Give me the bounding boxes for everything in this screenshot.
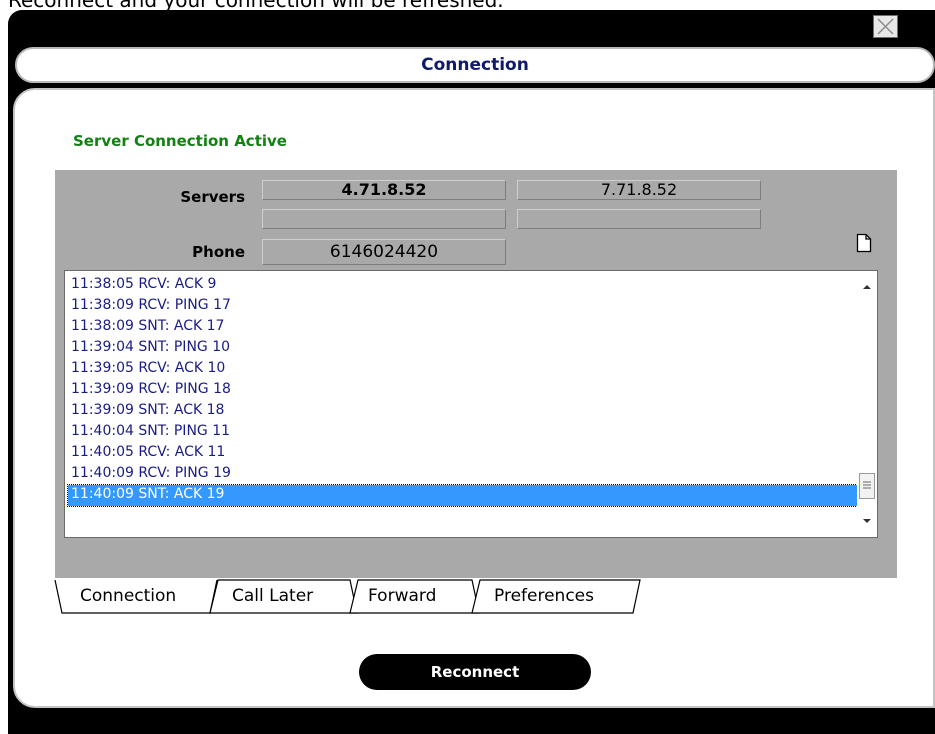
close-button[interactable] — [873, 15, 898, 38]
log-line[interactable]: 11:40:05 RCV: ACK 11 — [68, 443, 857, 464]
server-secondary-field[interactable]: 7.71.8.52 — [517, 180, 761, 200]
phone-field[interactable]: 6146024420 — [262, 239, 506, 265]
log-line[interactable]: 11:40:09 RCV: PING 19 — [68, 464, 857, 485]
tab-connection-label: Connection — [80, 586, 177, 606]
close-icon — [877, 18, 894, 35]
log-scrollbar[interactable] — [857, 271, 877, 537]
server-primary-field[interactable]: 4.71.8.52 — [262, 180, 506, 200]
connection-status: Server Connection Active — [73, 132, 287, 150]
server-extra-field-2[interactable] — [517, 209, 761, 229]
log-list[interactable]: 11:38:05 RCV: ACK 9 11:38:09 RCV: PING 17… — [67, 275, 858, 507]
log-line[interactable]: 11:39:05 RCV: ACK 10 — [68, 359, 857, 380]
server-extra-field-1[interactable] — [262, 209, 506, 229]
log-line[interactable]: 11:40:04 SNT: PING 11 — [68, 422, 857, 443]
dialog-title: Connection — [15, 47, 935, 83]
tab-forward[interactable]: Forward — [355, 580, 475, 616]
scroll-down-arrow-icon[interactable] — [861, 516, 873, 526]
log-line[interactable]: 11:39:04 SNT: PING 10 — [68, 338, 857, 359]
connection-log[interactable]: 11:38:05 RCV: ACK 9 11:38:09 RCV: PING 17… — [64, 270, 878, 538]
reconnect-button[interactable]: Reconnect — [359, 654, 591, 690]
tab-forward-label: Forward — [368, 586, 437, 606]
log-line[interactable]: 11:38:09 SNT: ACK 17 — [68, 317, 857, 338]
tab-preferences-label: Preferences — [494, 586, 594, 606]
tab-connection[interactable]: Connection — [60, 580, 210, 616]
log-line-selected[interactable]: 11:40:09 SNT: ACK 19 — [67, 484, 858, 507]
tab-call-later[interactable]: Call Later — [215, 580, 355, 616]
grip-icon — [863, 481, 871, 489]
log-line[interactable]: 11:38:05 RCV: ACK 9 — [68, 275, 857, 296]
scroll-thumb[interactable] — [859, 473, 875, 499]
scroll-up-arrow-icon[interactable] — [861, 282, 873, 292]
phone-label: Phone — [192, 243, 245, 261]
new-document-icon[interactable] — [856, 233, 872, 257]
tab-preferences[interactable]: Preferences — [480, 580, 640, 616]
servers-label: Servers — [180, 188, 245, 206]
log-line[interactable]: 11:38:09 RCV: PING 17 — [68, 296, 857, 317]
log-line[interactable]: 11:39:09 RCV: PING 18 — [68, 380, 857, 401]
tab-call-later-label: Call Later — [232, 586, 314, 606]
log-line[interactable]: 11:39:09 SNT: ACK 18 — [68, 401, 857, 422]
